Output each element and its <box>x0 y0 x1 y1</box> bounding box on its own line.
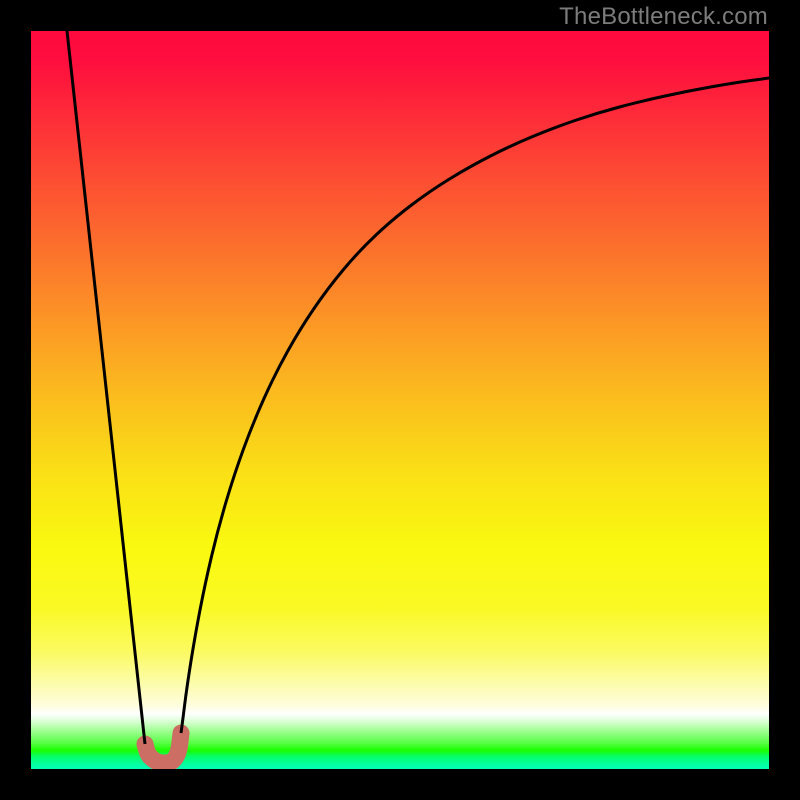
curves-layer <box>31 31 769 769</box>
plot-area <box>31 31 769 769</box>
v-right-curve <box>181 78 769 733</box>
j-hook-highlight <box>145 733 181 763</box>
v-left-line <box>67 31 145 744</box>
watermark-text: TheBottleneck.com <box>559 3 768 31</box>
chart-frame: TheBottleneck.com <box>0 0 800 800</box>
